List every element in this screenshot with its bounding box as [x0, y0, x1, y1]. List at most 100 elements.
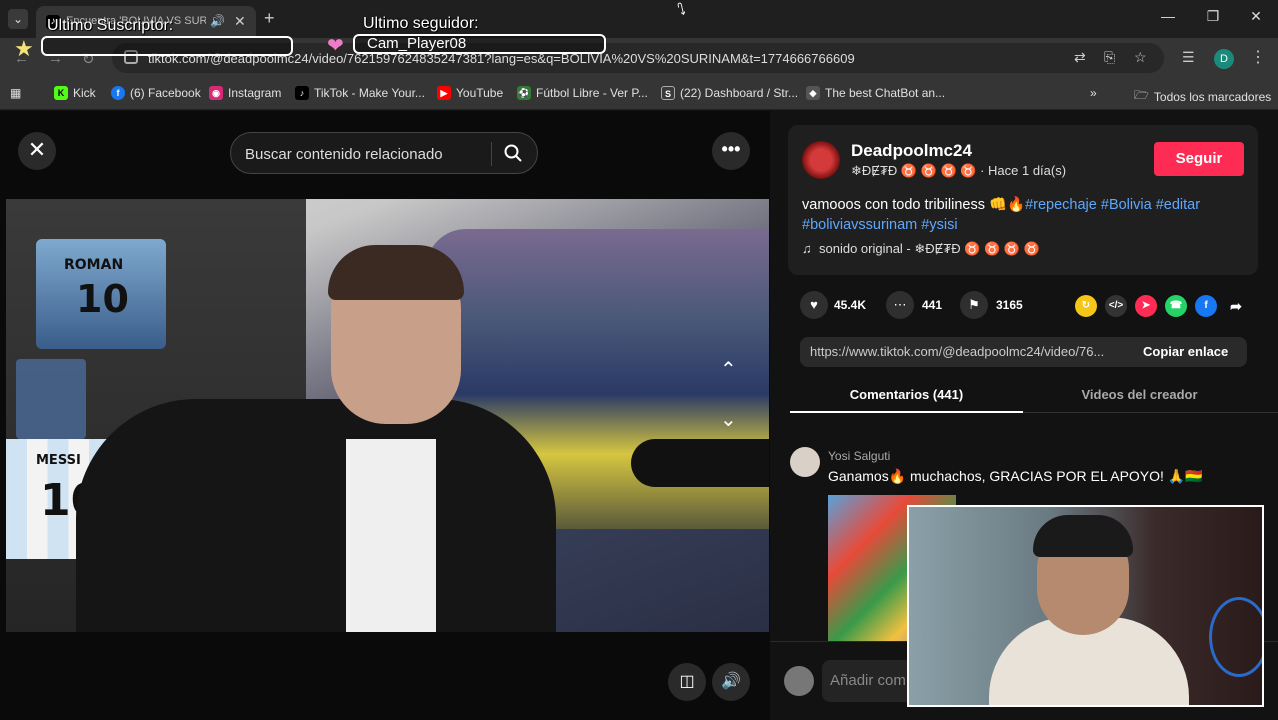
bookmark-label: (6) Facebook [130, 86, 201, 100]
jersey-name: ROMAN [64, 257, 124, 273]
speaker-icon[interactable]: 🔊 [210, 14, 225, 28]
translate-icon[interactable]: ⇄ [1074, 49, 1086, 66]
bookmark-chatbot[interactable]: ◆ The best ChatBot an... [806, 86, 945, 100]
description-text: vamooos con todo tribiliness 👊🔥 [802, 197, 1026, 213]
hashtag[interactable]: #ysisi [921, 217, 957, 233]
bookmark-star-icon[interactable]: ☆ [1134, 49, 1147, 66]
next-video-icon[interactable]: ⌄ [720, 407, 737, 432]
youtube-icon: ▶ [437, 86, 451, 100]
copy-link-button[interactable]: Copiar enlace [1143, 344, 1228, 359]
last-subscriber-label: Ultimo Suscriptor: [47, 17, 174, 34]
author-avatar[interactable] [802, 141, 840, 179]
bookmark-label: The best ChatBot an... [825, 86, 946, 100]
save-icon[interactable]: ⚑ [960, 291, 988, 319]
music-row[interactable]: ♫ sonido original - ❄ĐɆ₮Đ ♉ ♉ ♉ ♉ [802, 241, 1040, 257]
profile-avatar[interactable]: D [1214, 49, 1234, 69]
save-count: 3165 [996, 298, 1023, 312]
bookmark-futbol-libre[interactable]: ⚽ Fútbol Libre - Ver P... [517, 86, 648, 100]
bookmark-facebook[interactable]: f (6) Facebook [111, 86, 201, 100]
send-to-friends-icon[interactable]: ➤ [1135, 295, 1157, 317]
comment-author[interactable]: Yosi Salguti [828, 449, 890, 463]
tab-creator-videos[interactable]: Videos del creador [1023, 387, 1256, 402]
streamer-shirt [346, 439, 436, 632]
bookmark-tiktok[interactable]: ♪ TikTok - Make Your... [295, 86, 425, 100]
close-video-button[interactable]: ✕ [18, 132, 56, 170]
share-link[interactable]: https://www.tiktok.com/@deadpoolmc24/vid… [810, 344, 1126, 359]
picture-in-picture-button[interactable]: ◫ [668, 663, 706, 701]
restore-button[interactable]: ❐ [1203, 8, 1223, 25]
post-info-card: Deadpoolmc24 ❄ĐɆ₮Đ ♉ ♉ ♉ ♉ · Hace 1 día(… [788, 125, 1258, 275]
comment-icon[interactable]: ⋯ [886, 291, 914, 319]
new-tab-button[interactable]: + [264, 8, 275, 29]
user-avatar [784, 666, 814, 696]
folder-icon: 🗁 [1134, 88, 1149, 102]
whatsapp-icon[interactable]: ☎ [1165, 295, 1187, 317]
bookmarks-bar: ▦ K Kick f (6) Facebook ◉ Instagram ♪ TikTok… [0, 78, 1278, 110]
video-pane: ✕ Buscar contenido relacionado ••• ROMAN… [0, 111, 770, 720]
related-search[interactable]: Buscar contenido relacionado [230, 132, 538, 174]
bookmark-label: Fútbol Libre - Ver P... [536, 86, 648, 100]
hashtag[interactable]: #Bolivia [1101, 197, 1152, 213]
last-subscriber-value [41, 36, 293, 56]
bookmark-instagram[interactable]: ◉ Instagram [209, 86, 281, 100]
tab-comments[interactable]: Comentarios (441) [790, 387, 1023, 402]
bookmark-label: Kick [73, 86, 96, 100]
author-subtitle: ❄ĐɆ₮Đ ♉ ♉ ♉ ♉ · Hace 1 día(s) [851, 163, 1067, 178]
bookmark-label: YouTube [456, 86, 504, 100]
add-comment-placeholder: Añadir com [830, 672, 906, 689]
dashboard-icon: S [661, 86, 675, 100]
hashtag[interactable]: #editar [1156, 197, 1200, 213]
like-icon[interactable]: ♥ [800, 291, 828, 319]
engagement-row: ♥ 45.4K ⋯ 441 ⚑ 3165 ↻ </> ➤ ☎ f ➦ [800, 291, 1250, 319]
last-follower-label: Ultimo seguidor: [363, 15, 479, 32]
like-count: 45.4K [834, 298, 867, 312]
minimize-button[interactable]: — [1158, 8, 1178, 24]
share-link-box: https://www.tiktok.com/@deadpoolmc24/vid… [800, 337, 1247, 367]
all-bookmarks-label: Todos los marcadores [1153, 89, 1272, 104]
tiktok-icon: ♪ [295, 86, 309, 100]
last-follower-value: Cam_Player08 [353, 34, 606, 54]
kick-icon: K [54, 86, 68, 100]
bookmark-youtube[interactable]: ▶ YouTube [437, 86, 503, 100]
streamer-hair [328, 245, 464, 300]
commenter-avatar[interactable] [790, 447, 820, 477]
browser-tab-bar: ⌄ ♪ Encuentra 'BOLIVIA VS SURINAM' 🔊 ✕ +… [0, 0, 1278, 38]
install-app-icon[interactable]: ⎘ [1104, 49, 1115, 66]
close-tab-icon[interactable]: ✕ [234, 13, 246, 30]
heart-icon: ❤ [327, 35, 344, 57]
search-divider [491, 142, 492, 166]
panel-tabs: Comentarios (441) Videos del creador [790, 379, 1278, 413]
follow-button[interactable]: Seguir [1154, 142, 1244, 176]
soccer-ball-icon: ⚽ [517, 86, 531, 100]
bookmark-kick[interactable]: K Kick [54, 86, 96, 100]
maradona-figure [16, 359, 86, 439]
hashtag[interactable]: #boliviavssurinam [802, 217, 917, 233]
volume-button[interactable]: 🔊 [712, 663, 750, 701]
mouse-cursor-icon: ⭛ [677, 2, 686, 19]
more-options-button[interactable]: ••• [712, 132, 750, 170]
bookmark-dashboard[interactable]: S (22) Dashboard / Str... [661, 86, 798, 100]
tab-search-button[interactable]: ⌄ [8, 9, 28, 29]
browser-menu-icon[interactable]: ⋮ [1250, 47, 1266, 67]
more-bookmarks-icon[interactable]: » [1090, 86, 1097, 100]
close-window-button[interactable]: ✕ [1246, 8, 1266, 25]
embed-icon[interactable]: </> [1105, 295, 1127, 317]
related-search-input[interactable]: Buscar contenido relacionado [245, 146, 443, 163]
media-control-icon[interactable]: ☰ [1182, 49, 1195, 66]
microphone [631, 439, 769, 487]
author-name[interactable]: Deadpoolmc24 [851, 141, 972, 161]
facebook-share-icon[interactable]: f [1195, 295, 1217, 317]
instagram-icon: ◉ [209, 86, 223, 100]
video-player[interactable]: ROMAN 10 MESSI 10 [6, 199, 769, 632]
apps-grid-icon[interactable]: ▦ [10, 86, 21, 100]
facebook-icon: f [111, 86, 125, 100]
all-bookmarks[interactable]: 🗁 Todos los marcadores [1134, 86, 1271, 107]
share-icon[interactable]: ➦ [1225, 295, 1247, 317]
bookmark-label: (22) Dashboard / Str... [680, 86, 799, 100]
previous-video-icon[interactable]: ⌃ [720, 357, 737, 382]
hashtag[interactable]: #repechaje [1025, 197, 1097, 213]
jersey-name: MESSI [36, 453, 81, 468]
music-title: sonido original - ❄ĐɆ₮Đ ♉ ♉ ♉ ♉ [818, 241, 1040, 256]
repost-icon[interactable]: ↻ [1075, 295, 1097, 317]
search-icon[interactable] [503, 143, 523, 163]
